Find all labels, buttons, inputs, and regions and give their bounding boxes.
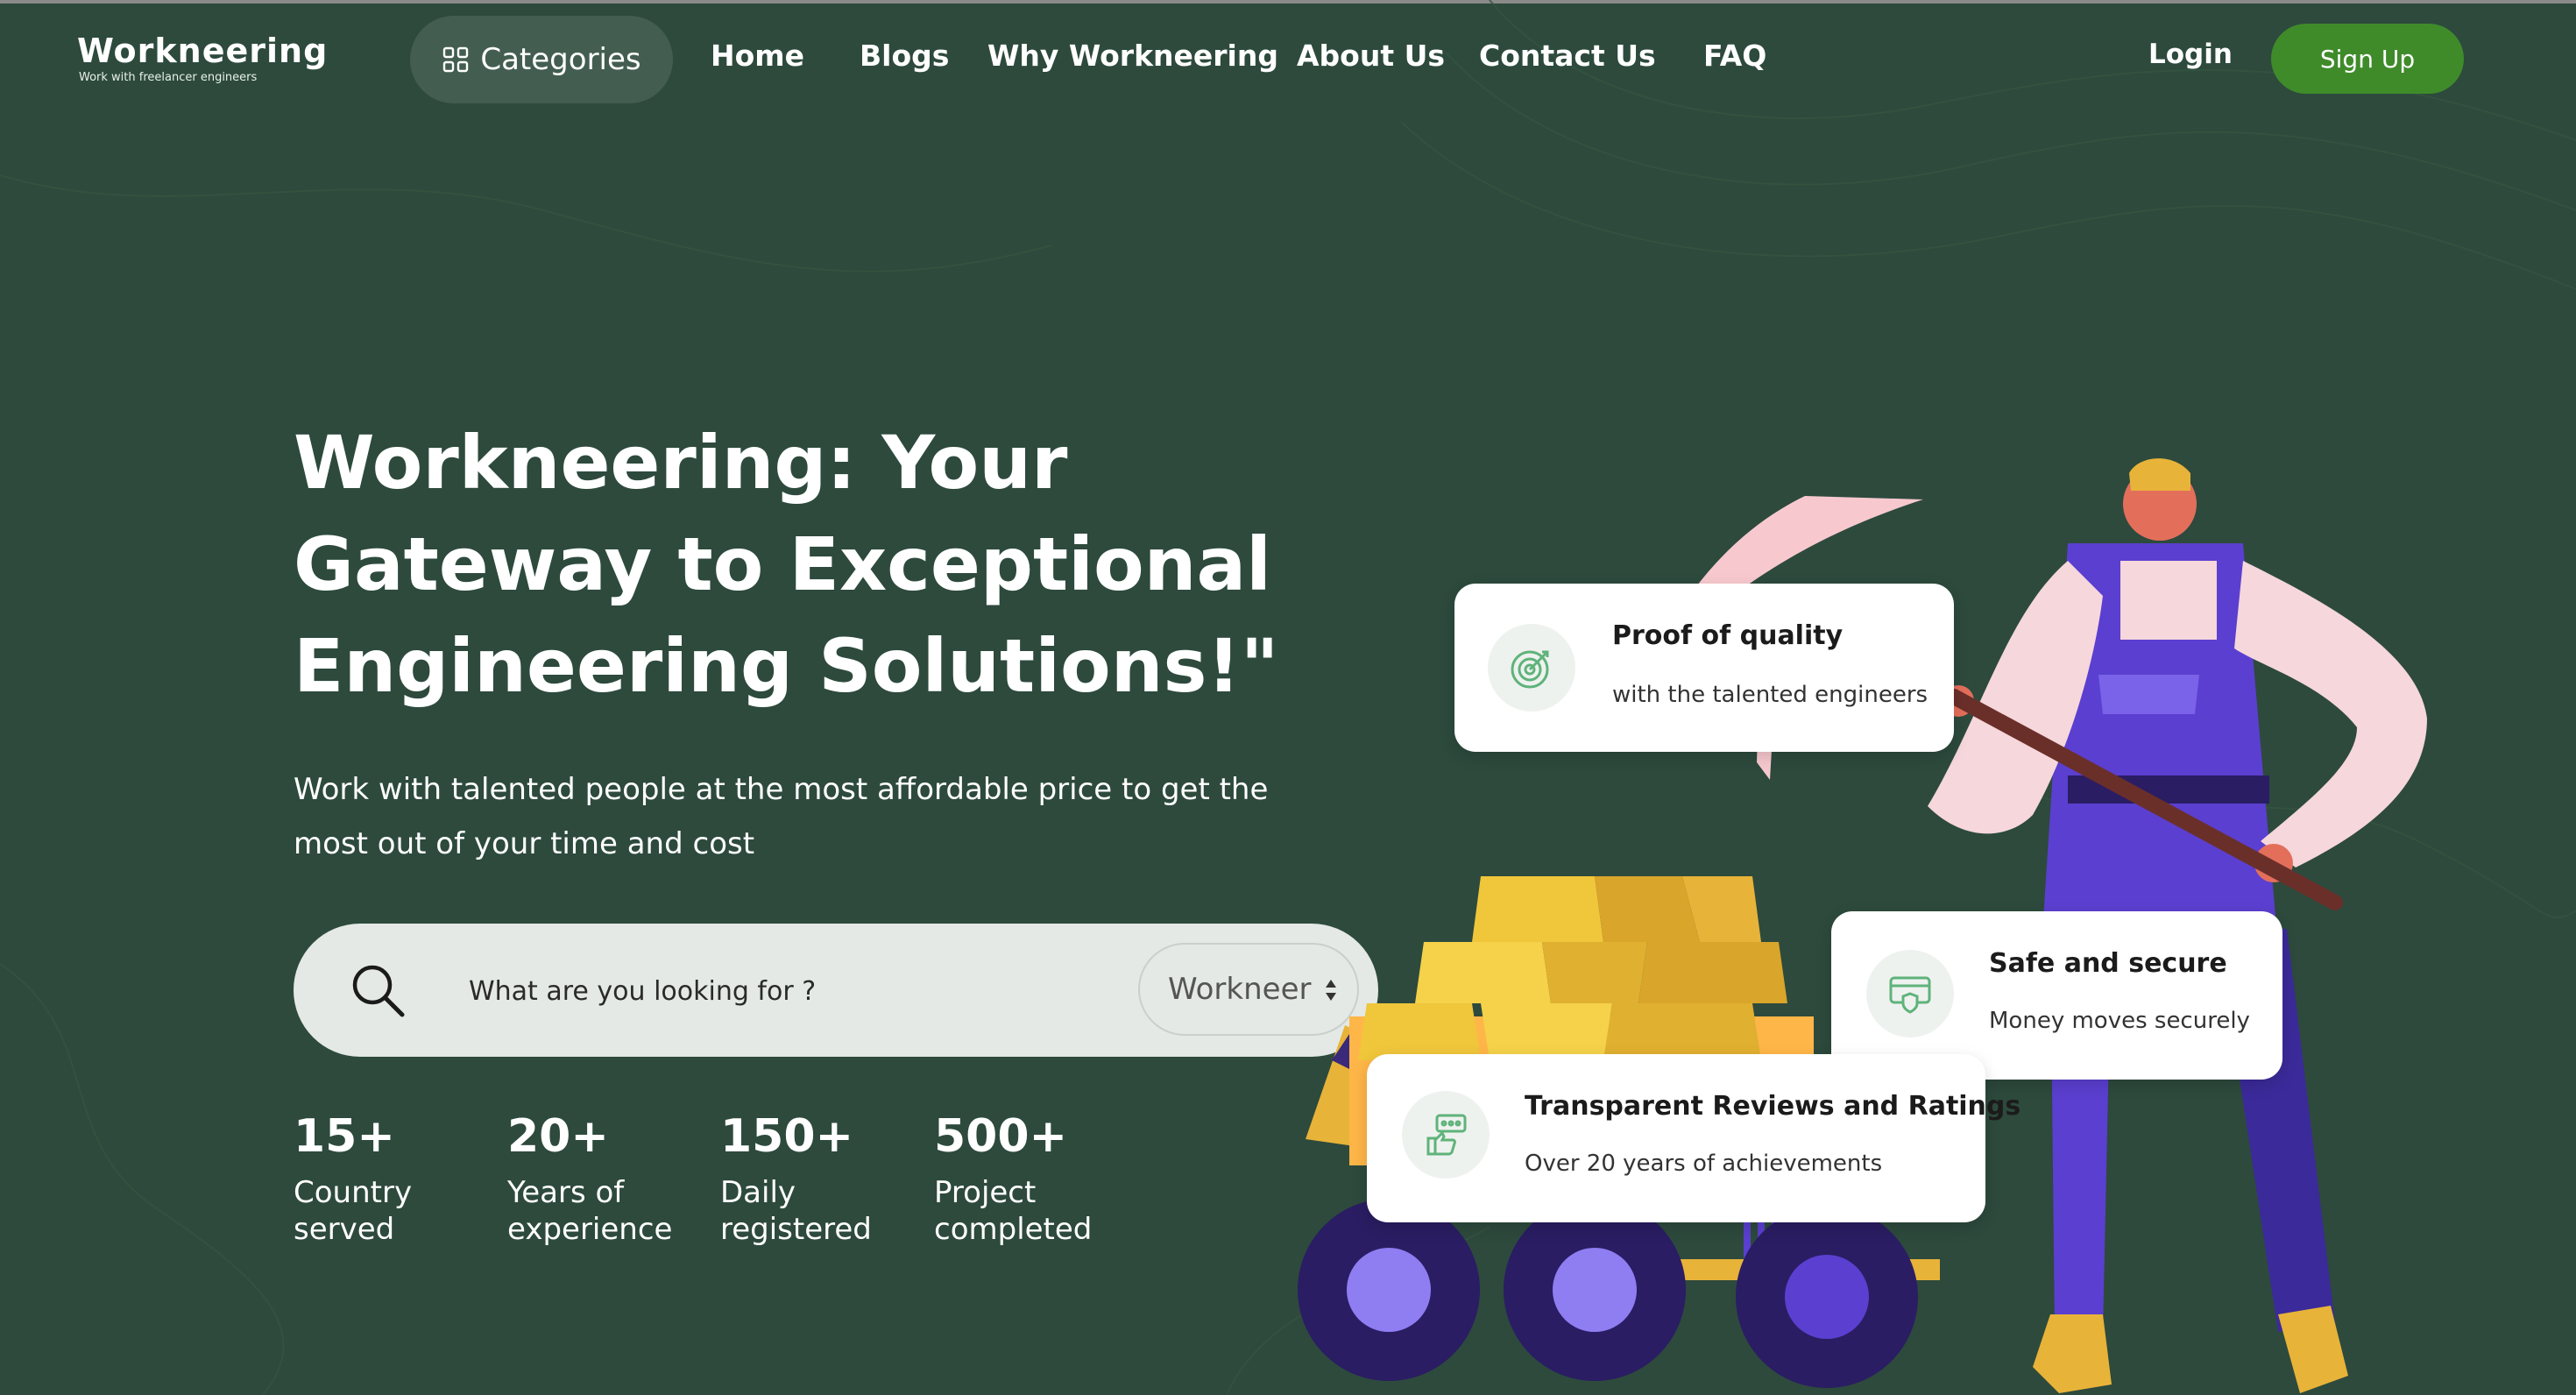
card-icon-wrap — [1866, 950, 1954, 1037]
card-transparent-reviews: Transparent Reviews and Ratings Over 20 … — [1367, 1054, 2020, 1222]
card-title: Safe and secure — [1989, 948, 2227, 979]
rating-thumbs-up-icon — [1426, 1114, 1467, 1156]
target-icon — [1511, 650, 1549, 689]
gold-bars — [1358, 876, 1787, 1060]
secure-payment-icon — [1889, 976, 1931, 1014]
card-text: Over 20 years of achievements — [1525, 1151, 1883, 1177]
card-text: with the talented engineers — [1612, 682, 1928, 708]
card-title: Proof of quality — [1612, 620, 1844, 651]
card-text: Money moves securely — [1989, 1008, 2250, 1034]
hero-illustration — [1298, 458, 2427, 1393]
card-proof-of-quality: Proof of quality with the talented engin… — [1454, 584, 1954, 752]
card-icon-wrap — [1402, 1091, 1490, 1179]
card-icon-wrap — [1488, 624, 1575, 712]
card-title: Transparent Reviews and Ratings — [1525, 1091, 2021, 1122]
